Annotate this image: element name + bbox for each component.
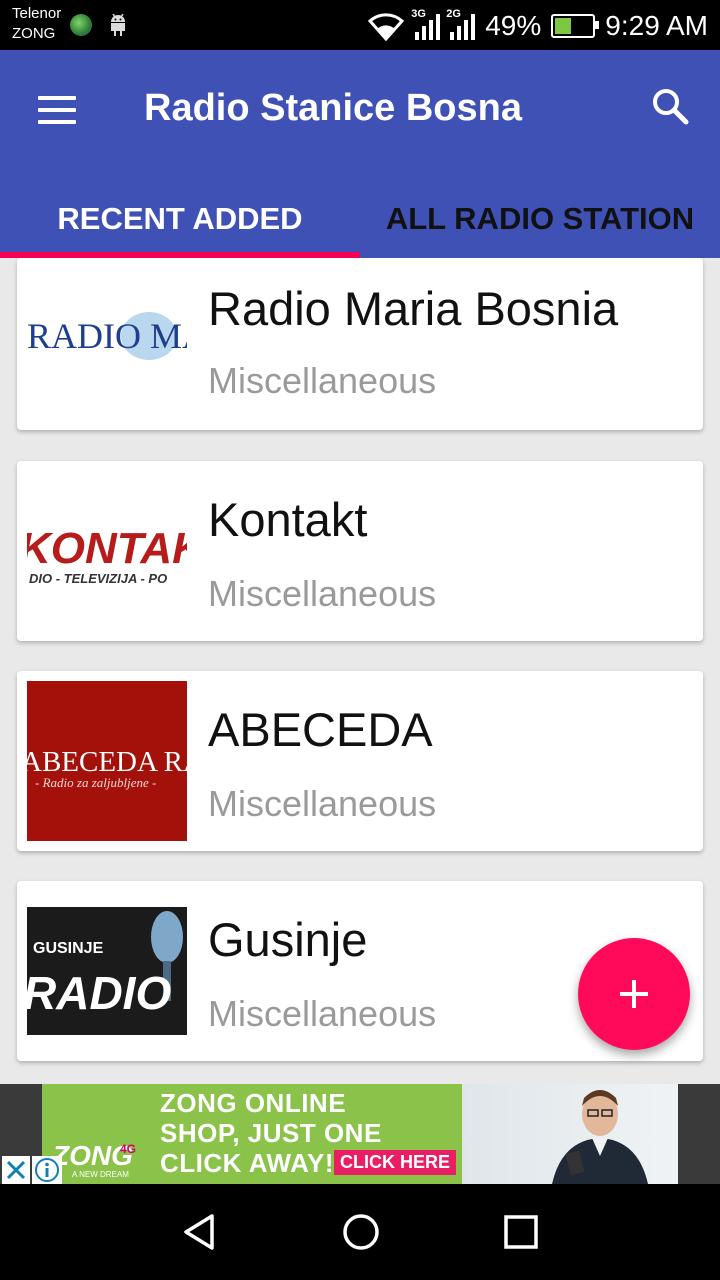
globe-icon	[70, 14, 92, 36]
status-bar: Telenor ZONG 3G 2G 49% 9:29 AM	[0, 0, 720, 50]
station-category: Miscellaneous	[208, 993, 437, 1034]
plus-icon	[620, 980, 648, 1008]
ad-tagline: A NEW DREAM	[72, 1170, 129, 1179]
tab-recent-added[interactable]: RECENT ADDED	[0, 180, 360, 258]
info-icon[interactable]	[32, 1156, 62, 1184]
station-category: Miscellaneous	[208, 360, 437, 401]
logo-subtext: GUSINJE	[33, 940, 104, 957]
screen: Telenor ZONG 3G 2G 49% 9:29 AM Radio Sta…	[0, 0, 720, 1280]
home-circle-icon[interactable]	[339, 1210, 383, 1254]
station-category: Miscellaneous	[208, 783, 437, 824]
network-3g-label: 3G	[411, 8, 426, 20]
station-name: ABECEDA	[208, 703, 433, 756]
network-2g-label: 2G	[446, 8, 461, 20]
station-card[interactable]: RADIO MA Radio Maria Bosnia Miscellaneou…	[17, 258, 703, 430]
search-icon[interactable]	[650, 86, 690, 126]
station-card[interactable]: KONTAK DIO - TELEVIZIJA - PO Kontakt Mis…	[17, 461, 703, 641]
station-category: Miscellaneous	[208, 573, 437, 614]
ad-person-image	[552, 1090, 648, 1184]
status-indicators: 3G 2G 49% 9:29 AM	[367, 6, 708, 46]
android-debug-icon	[111, 13, 125, 36]
battery-fill	[555, 18, 571, 34]
battery-icon	[551, 14, 600, 38]
station-name: Radio Maria Bosnia	[208, 282, 619, 335]
station-logo: KONTAK DIO - TELEVIZIJA - PO	[27, 471, 187, 631]
station-logo: RADIO MA	[27, 258, 187, 416]
logo-subtext: DIO - TELEVIZIJA - PO	[29, 571, 167, 586]
tab-bar: RECENT ADDED ALL RADIO STATION	[0, 180, 720, 258]
station-logo: ABECEDA RADIO - Radio za zaljubljene -	[27, 681, 187, 841]
add-station-fab[interactable]	[578, 938, 690, 1050]
ad-line-1: ZONG ONLINE	[160, 1088, 347, 1118]
cell-signal-2g-icon: 2G	[446, 8, 476, 40]
station-card[interactable]: ABECEDA RADIO - Radio za zaljubljene - A…	[17, 671, 703, 851]
station-name: Kontakt	[208, 493, 368, 546]
clock: 9:29 AM	[605, 10, 708, 41]
ad-click-here-button[interactable]: CLICK HERE	[334, 1150, 457, 1175]
back-triangle-icon[interactable]	[178, 1210, 222, 1254]
battery-percent: 49%	[485, 10, 542, 41]
ad-banner-area: ZONG ONLINE SHOP, JUST ONE CLICK AWAY! Z…	[0, 1084, 720, 1184]
station-logo: GUSINJE RADIO	[27, 891, 187, 1051]
carrier-name-2: ZONG	[12, 25, 56, 42]
cell-signal-3g-icon: 3G	[411, 8, 441, 40]
app-title: Radio Stanice Bosna	[144, 87, 522, 129]
carrier-name-1: Telenor	[12, 5, 62, 22]
logo-text: RADIO MA	[27, 316, 187, 356]
logo-text: KONTAK	[27, 524, 187, 573]
station-name: Gusinje	[208, 913, 368, 966]
navigation-bar	[0, 1184, 720, 1280]
ad-line-2: SHOP, JUST ONE	[160, 1118, 382, 1148]
logo-text: ABECEDA RADIO	[27, 746, 187, 778]
app-bar: Radio Stanice Bosna RECENT ADDED ALL RAD…	[0, 50, 720, 258]
carrier-info: Telenor ZONG	[12, 4, 61, 44]
wifi-icon	[368, 13, 405, 41]
ad-banner[interactable]: ZONG ONLINE SHOP, JUST ONE CLICK AWAY! Z…	[42, 1084, 678, 1184]
logo-subtext: - Radio za zaljubljene -	[35, 775, 156, 790]
close-icon[interactable]	[2, 1156, 30, 1184]
ad-line-3: CLICK AWAY!	[160, 1148, 335, 1178]
ad-brand-sub: 4G	[120, 1142, 137, 1156]
recents-square-icon[interactable]	[499, 1210, 543, 1254]
hamburger-menu-icon[interactable]	[38, 96, 76, 124]
tab-all-radio-station[interactable]: ALL RADIO STATION	[360, 180, 720, 258]
logo-text: RADIO	[27, 967, 171, 1019]
